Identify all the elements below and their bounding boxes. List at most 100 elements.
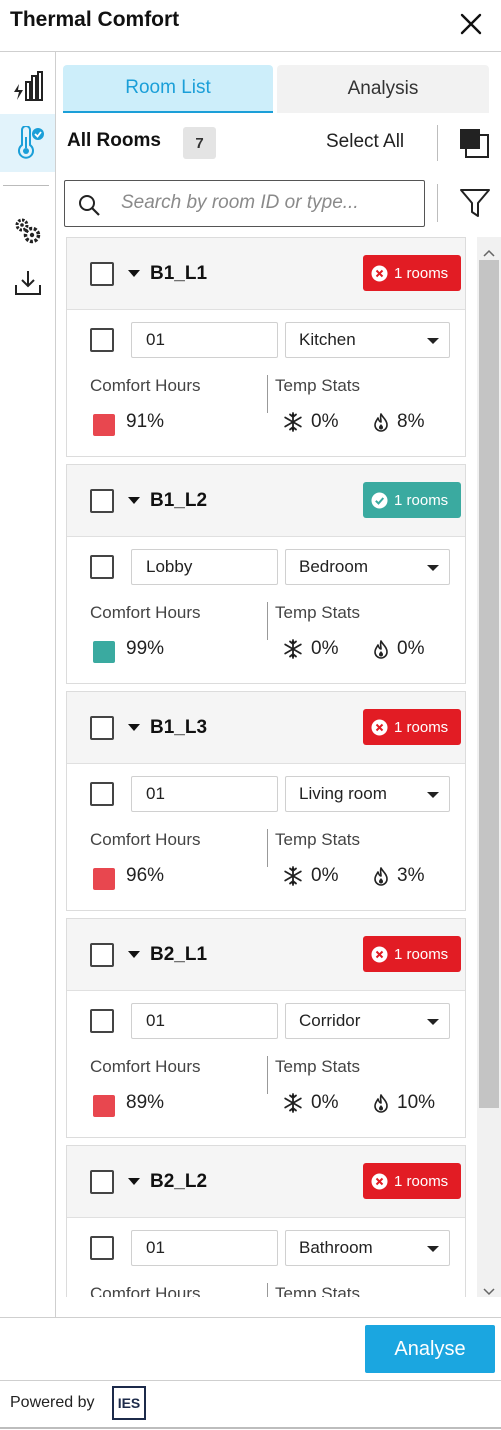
comfort-status-swatch [93,1095,115,1117]
room-type-value: Kitchen [299,330,356,349]
room-id-field[interactable]: 01 [131,1003,278,1039]
room-checkbox[interactable] [90,555,114,579]
group-name: B2_L2 [150,1171,208,1192]
room-group-b1-l3: B1_L3 1 rooms 01 Living room Comfort Hours Te… [66,691,466,911]
hot-percent-value: 3% [397,865,425,886]
comfort-hours-value: 91% [126,411,165,432]
stats-divider [267,829,268,867]
layout-toggle-icon[interactable] [458,127,490,159]
room-id-field[interactable]: 01 [131,322,278,358]
footer-divider-bottom [0,1380,501,1381]
room-type-select[interactable]: Bedroom [285,549,450,585]
comfort-status-swatch [93,414,115,436]
flame-icon [371,866,391,886]
search-input[interactable]: Search by room ID or type... [64,180,425,227]
temp-stats-label: Temp Stats [275,830,361,849]
ies-logo: IES [112,1386,146,1420]
snowflake-icon [283,866,303,886]
bottom-edge [0,1427,501,1429]
status-badge-label: 1 rooms [394,491,449,509]
scroll-up-icon[interactable] [483,244,495,257]
temp-stats-label: Temp Stats [275,1284,361,1297]
room-id-field[interactable]: 01 [131,1230,278,1266]
group-header: B1_L1 1 rooms [67,238,465,310]
status-badge-label: 1 rooms [394,718,449,736]
room-checkbox[interactable] [90,782,114,806]
stats-divider [267,375,268,413]
comfort-status-swatch [93,641,115,663]
stats-divider [267,602,268,640]
rail-divider [3,185,49,186]
room-checkbox[interactable] [90,1009,114,1033]
chevron-down-icon [427,338,439,344]
status-badge: 1 rooms [363,255,461,291]
side-rail [0,52,56,1318]
comfort-hours-label: Comfort Hours [90,376,201,395]
energy-chart-icon[interactable] [0,64,55,110]
room-type-select[interactable]: Living room [285,776,450,812]
room-type-select[interactable]: Corridor [285,1003,450,1039]
group-checkbox[interactable] [90,943,114,967]
analyse-button[interactable]: Analyse [365,1325,495,1373]
room-id-field[interactable]: Lobby [131,549,278,585]
status-badge: 1 rooms [363,936,461,972]
settings-gears-icon[interactable] [0,210,55,252]
group-checkbox[interactable] [90,489,114,513]
group-header: B2_L1 1 rooms [67,919,465,991]
group-expand-caret-icon[interactable] [128,951,140,958]
panel-title: Thermal Comfort [10,8,180,31]
filter-icon[interactable] [458,186,492,220]
room-checkbox[interactable] [90,328,114,352]
group-checkbox[interactable] [90,1170,114,1194]
footer-divider [0,1317,501,1318]
room-group-b1-l2: B1_L2 1 rooms Lobby Bedroom Comfort Hours Tem… [66,464,466,684]
room-group-list[interactable]: B1_L1 1 rooms 01 Kitchen Comfort Hours Temp S… [57,237,477,1297]
group-name: B1_L3 [150,717,208,738]
select-all-button[interactable]: Select All [326,131,404,153]
group-expand-caret-icon[interactable] [128,270,140,277]
chevron-down-icon [427,1019,439,1025]
group-name: B1_L2 [150,490,208,511]
cold-percent-value: 0% [311,638,339,659]
tab-room-list[interactable]: Room List [63,65,273,113]
error-circle-icon [371,1173,388,1190]
room-type-value: Living room [299,784,387,803]
group-expand-caret-icon[interactable] [128,724,140,731]
stats-divider [267,1283,268,1297]
snowflake-icon [283,412,303,432]
group-expand-caret-icon[interactable] [128,1178,140,1185]
close-icon[interactable] [455,8,487,40]
group-checkbox[interactable] [90,716,114,740]
group-expand-caret-icon[interactable] [128,497,140,504]
room-count-badge: 7 [183,127,216,159]
tab-analysis[interactable]: Analysis [277,65,489,113]
comfort-hours-value: 96% [126,865,165,886]
status-badge-label: 1 rooms [394,1172,449,1190]
group-checkbox[interactable] [90,262,114,286]
room-type-value: Bedroom [299,557,368,576]
group-header: B1_L2 1 rooms [67,465,465,537]
download-icon[interactable] [0,262,55,304]
room-type-select[interactable]: Kitchen [285,322,450,358]
scrollbar-thumb[interactable] [479,260,499,1108]
hot-percent-value: 10% [397,1092,436,1113]
toolbar-divider [437,125,438,161]
room-type-select[interactable]: Bathroom [285,1230,450,1266]
scroll-down-icon[interactable] [483,1283,495,1296]
room-id-field[interactable]: 01 [131,776,278,812]
error-circle-icon [371,719,388,736]
hot-percent-value: 0% [397,638,425,659]
group-name: B1_L1 [150,263,208,284]
error-circle-icon [371,946,388,963]
thermometer-check-icon[interactable] [0,114,55,172]
panel-header: Thermal Comfort [0,0,501,52]
room-checkbox[interactable] [90,1236,114,1260]
snowflake-icon [283,1093,303,1113]
group-header: B2_L2 1 rooms [67,1146,465,1218]
group-header: B1_L3 1 rooms [67,692,465,764]
comfort-hours-label: Comfort Hours [90,603,201,622]
comfort-status-swatch [93,868,115,890]
search-icon [77,193,101,217]
error-circle-icon [371,265,388,282]
chevron-down-icon [427,792,439,798]
